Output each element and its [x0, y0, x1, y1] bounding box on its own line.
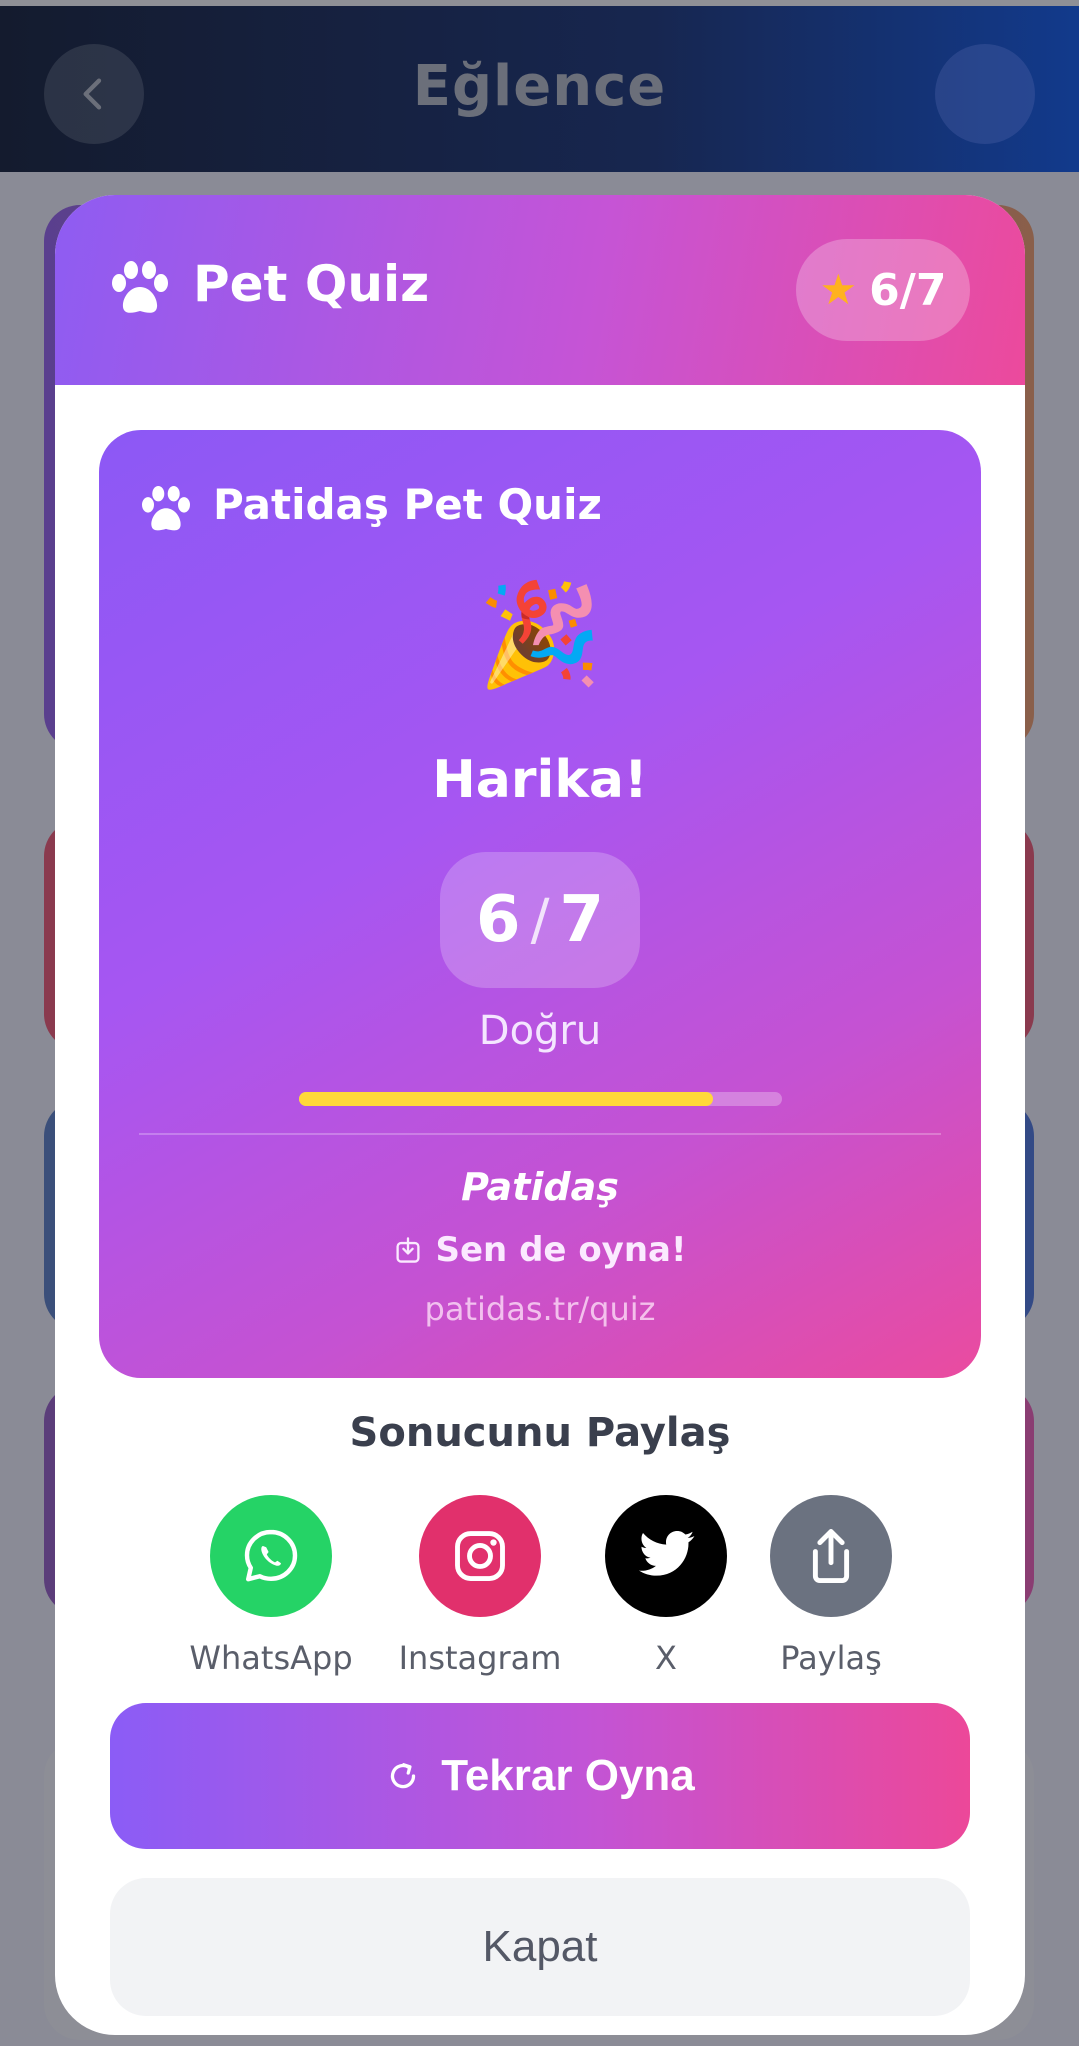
paw-icon	[112, 261, 168, 313]
close-button[interactable]: Kapat	[110, 1878, 970, 2016]
result-headline: Harika!	[432, 750, 648, 810]
score-label: Doğru	[478, 1008, 602, 1054]
play-again-button[interactable]: Tekrar Oyna	[110, 1703, 970, 1849]
share-more-button[interactable]: Paylaş	[741, 1495, 921, 1677]
result-card: Patidaş Pet Quiz 🎉 Harika! 6 / 7 Doğru P…	[99, 430, 981, 1378]
score-display: 6 / 7	[440, 852, 640, 988]
party-popper-icon: 🎉	[477, 576, 603, 693]
share-x-label: X	[655, 1639, 677, 1677]
share-instagram-button[interactable]: Instagram	[390, 1495, 570, 1677]
divider	[139, 1133, 941, 1135]
quiz-result-modal: Pet Quiz ★ 6/7 Patidaş Pet Quiz 🎉 Harika…	[55, 195, 1025, 2035]
play-again-label: Tekrar Oyna	[441, 1751, 695, 1800]
score-progress-bar	[299, 1092, 782, 1106]
score-badge-text: 6/7	[869, 264, 947, 316]
score-total: 7	[559, 883, 604, 957]
share-whatsapp-label: WhatsApp	[189, 1639, 353, 1677]
share-instagram-label: Instagram	[398, 1639, 562, 1677]
play-cta: Sen de oyna!	[99, 1230, 981, 1270]
star-icon: ★	[819, 265, 858, 314]
refresh-icon	[391, 1763, 416, 1789]
share-x-button[interactable]: X	[576, 1495, 756, 1677]
progress-fill	[299, 1092, 713, 1106]
header-action-button[interactable]	[935, 44, 1035, 144]
share-more-label: Paylaş	[780, 1639, 882, 1677]
share-whatsapp-button[interactable]: WhatsApp	[181, 1495, 361, 1677]
share-title: Sonucunu Paylaş	[349, 1410, 731, 1456]
brand-logo: Patidaş	[461, 1165, 619, 1209]
twitter-bird-icon	[605, 1495, 727, 1617]
score-badge: ★ 6/7	[796, 239, 970, 341]
instagram-icon	[419, 1495, 541, 1617]
page-title: Eğlence	[412, 54, 667, 119]
quiz-url: patidas.tr/quiz	[424, 1290, 656, 1328]
score-correct: 6	[476, 883, 521, 957]
card-title: Patidaş Pet Quiz	[213, 480, 602, 529]
share-icon	[770, 1495, 892, 1617]
play-cta-text: Sen de oyna!	[435, 1230, 687, 1270]
modal-title: Pet Quiz	[193, 255, 430, 313]
modal-header: Pet Quiz ★ 6/7	[55, 195, 1025, 385]
download-icon	[395, 1237, 420, 1263]
whatsapp-icon	[210, 1495, 332, 1617]
score-separator: /	[530, 887, 550, 953]
app-header: Eğlence	[0, 0, 1079, 172]
paw-icon	[142, 486, 190, 531]
